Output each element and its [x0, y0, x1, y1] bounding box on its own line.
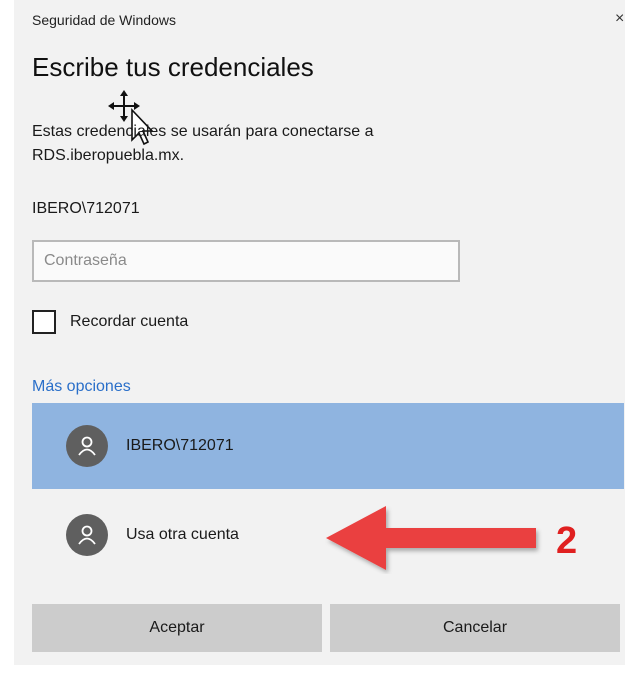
cancel-button[interactable]: Cancelar	[330, 604, 620, 652]
description-line-1: Estas credenciales se usarán para conect…	[32, 123, 374, 140]
account-label: Usa otra cuenta	[126, 526, 239, 543]
account-option-current[interactable]: IBERO\712071	[32, 403, 624, 489]
window-title: Seguridad de Windows	[32, 12, 176, 28]
username-label: IBERO\712071	[32, 200, 140, 217]
accept-button[interactable]: Aceptar	[32, 604, 322, 652]
more-options-link[interactable]: Más opciones	[32, 378, 131, 396]
remember-account-label: Recordar cuenta	[70, 313, 189, 330]
dialog-heading: Escribe tus credenciales	[32, 52, 314, 82]
password-field[interactable]	[32, 240, 460, 282]
account-label: IBERO\712071	[126, 437, 234, 454]
remember-account-checkbox[interactable]: Recordar cuenta	[32, 310, 188, 334]
close-icon[interactable]: ×	[615, 10, 625, 28]
dialog-description: Estas credenciales se usarán para conect…	[32, 120, 502, 168]
user-avatar-icon	[66, 425, 108, 467]
user-avatar-icon	[66, 514, 108, 556]
annotation-arrow-icon	[324, 502, 544, 579]
annotation-step-number: 2	[556, 520, 578, 562]
description-line-2: RDS.iberopuebla.mx.	[32, 147, 185, 164]
credentials-dialog: Seguridad de Windows × Escribe tus crede…	[14, 0, 625, 665]
checkbox-box[interactable]	[32, 310, 56, 334]
